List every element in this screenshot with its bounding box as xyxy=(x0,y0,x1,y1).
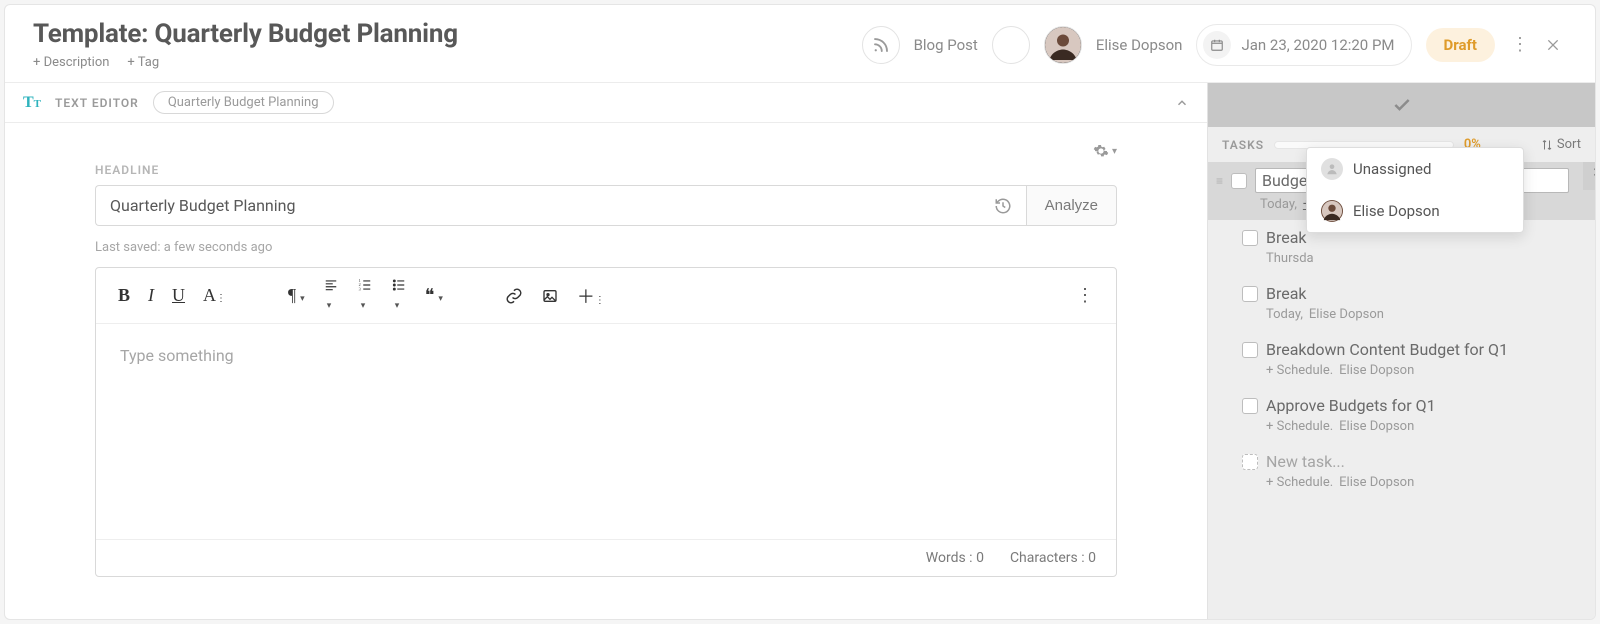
bold-button[interactable]: B xyxy=(118,285,130,306)
author-name[interactable]: Elise Dopson xyxy=(1096,36,1183,54)
task-expand-icon[interactable] xyxy=(1583,162,1595,190)
image-button[interactable] xyxy=(541,288,559,304)
chevron-down-icon: ▾ xyxy=(1112,146,1117,157)
task-checkbox[interactable] xyxy=(1242,230,1258,246)
task-schedule[interactable]: Today, xyxy=(1260,197,1297,212)
align-button[interactable] xyxy=(323,278,339,313)
new-task-item[interactable]: New task... + Schedule. Elise Dopson xyxy=(1208,444,1595,500)
collapse-icon[interactable] xyxy=(1175,96,1189,110)
app-window: Template: Quarterly Budget Planning + De… xyxy=(4,4,1596,620)
font-style-button[interactable]: A⋮ xyxy=(203,285,226,306)
tasks-label: TASKS xyxy=(1222,138,1264,152)
task-assignee[interactable]: Elise Dopson xyxy=(1309,307,1384,322)
task-title: Breakdown Content Budget for Q1 xyxy=(1266,340,1508,359)
task-assignee[interactable]: Elise Dopson xyxy=(1339,363,1414,378)
rte-box: B I U A⋮ ¶ 123 xyxy=(95,267,1117,577)
svg-text:3: 3 xyxy=(358,286,360,291)
assign-option-unassigned[interactable]: Unassigned xyxy=(1307,148,1523,190)
rss-icon[interactable] xyxy=(862,26,900,64)
headline-row: Quarterly Budget Planning Analyze xyxy=(95,185,1117,226)
underline-button[interactable]: U xyxy=(172,285,185,306)
sort-icon xyxy=(1541,139,1553,151)
header: Template: Quarterly Budget Planning + De… xyxy=(5,5,1595,82)
editor-bar: TT TEXT EDITOR Quarterly Budget Planning xyxy=(5,83,1207,123)
date-text: Jan 23, 2020 12:20 PM xyxy=(1241,36,1394,54)
page-title: Template: Quarterly Budget Planning xyxy=(33,19,848,49)
task-title: Approve Budgets for Q1 xyxy=(1266,396,1436,415)
calendar-icon xyxy=(1203,31,1231,59)
task-assignee[interactable]: Elise Dopson xyxy=(1339,475,1414,490)
editor-label: TEXT EDITOR xyxy=(55,96,139,110)
task-item[interactable]: Breakdown Content Budget for Q1 + Schedu… xyxy=(1208,332,1595,388)
sort-button[interactable]: Sort xyxy=(1541,137,1581,152)
header-left: Template: Quarterly Budget Planning + De… xyxy=(33,19,848,70)
task-schedule[interactable]: Thursda xyxy=(1266,251,1314,266)
task-checkbox[interactable] xyxy=(1242,398,1258,414)
last-saved-text: Last saved: a few seconds ago xyxy=(95,240,1117,255)
link-button[interactable] xyxy=(505,287,523,305)
color-swatch[interactable] xyxy=(992,26,1030,64)
status-badge[interactable]: Draft xyxy=(1426,28,1495,62)
task-schedule[interactable]: + Schedule. xyxy=(1266,363,1333,378)
task-item[interactable]: Approve Budgets for Q1 + Schedule. Elise… xyxy=(1208,388,1595,444)
gear-icon xyxy=(1093,143,1109,159)
header-right: Blog Post Elise Dopson Jan 23, 2020 12:2… xyxy=(862,24,1567,66)
person-icon xyxy=(1321,158,1343,180)
more-menu-icon[interactable]: ⋮ xyxy=(1509,34,1531,55)
toolbar-more-icon[interactable]: ⋮ xyxy=(1076,285,1094,306)
tasks-panel-header-bar[interactable] xyxy=(1208,83,1595,127)
task-checkbox[interactable] xyxy=(1242,286,1258,302)
paragraph-button[interactable]: ¶ xyxy=(288,285,305,306)
char-count: Characters : 0 xyxy=(1010,550,1096,566)
bullet-list-button[interactable] xyxy=(391,278,407,313)
editor-chip[interactable]: Quarterly Budget Planning xyxy=(153,91,334,114)
task-title: Break xyxy=(1266,228,1307,247)
italic-button[interactable]: I xyxy=(148,285,154,306)
task-schedule[interactable]: + Schedule. xyxy=(1266,475,1333,490)
editor-content: ▾ HEADLINE Quarterly Budget Planning Ana… xyxy=(5,123,1207,619)
close-icon[interactable] xyxy=(1545,37,1567,53)
word-count: Words : 0 xyxy=(926,550,984,566)
body: TT TEXT EDITOR Quarterly Budget Planning… xyxy=(5,82,1595,619)
task-title: Break xyxy=(1266,284,1307,303)
task-checkbox[interactable] xyxy=(1242,342,1258,358)
task-checkbox[interactable] xyxy=(1231,173,1247,189)
quote-button[interactable]: ❝ xyxy=(425,285,443,306)
insert-button[interactable]: ＋⋮ xyxy=(577,283,605,309)
headline-label: HEADLINE xyxy=(95,163,1117,177)
add-description-button[interactable]: + Description xyxy=(33,55,109,70)
drag-handle-icon[interactable]: ≡ xyxy=(1216,177,1223,185)
ordered-list-button[interactable]: 123 xyxy=(357,278,373,313)
avatar-icon xyxy=(1321,200,1343,222)
title-sub-actions: + Description + Tag xyxy=(33,55,848,70)
rte-footer: Words : 0 Characters : 0 xyxy=(96,539,1116,576)
headline-value: Quarterly Budget Planning xyxy=(110,196,295,215)
content-settings[interactable]: ▾ xyxy=(95,143,1117,159)
text-editor-icon: TT xyxy=(23,94,41,112)
assign-option-user[interactable]: Elise Dopson xyxy=(1307,190,1523,232)
history-icon[interactable] xyxy=(994,197,1012,215)
post-type-label[interactable]: Blog Post xyxy=(914,36,978,54)
task-checkbox[interactable] xyxy=(1242,454,1258,470)
check-icon xyxy=(1392,95,1412,115)
task-item[interactable]: Break Today, Elise Dopson xyxy=(1208,276,1595,332)
task-assignee[interactable]: Elise Dopson xyxy=(1339,419,1414,434)
new-task-placeholder[interactable]: New task... xyxy=(1266,452,1345,471)
rte-body[interactable]: Type something xyxy=(96,324,1116,539)
add-tag-button[interactable]: + Tag xyxy=(127,55,159,70)
task-schedule[interactable]: Today, xyxy=(1266,307,1303,322)
headline-input[interactable]: Quarterly Budget Planning xyxy=(95,185,1026,226)
date-picker[interactable]: Jan 23, 2020 12:20 PM xyxy=(1196,24,1411,66)
analyze-button[interactable]: Analyze xyxy=(1026,185,1117,226)
task-schedule[interactable]: + Schedule. xyxy=(1266,419,1333,434)
tasks-panel: TASKS 0% Sort ≡ Budget Meeting for xyxy=(1207,83,1595,619)
main-column: TT TEXT EDITOR Quarterly Budget Planning… xyxy=(5,83,1207,619)
author-avatar[interactable] xyxy=(1044,26,1082,64)
rte-toolbar: B I U A⋮ ¶ 123 xyxy=(96,268,1116,324)
assign-popover: Unassigned Elise Dopson xyxy=(1306,147,1524,233)
